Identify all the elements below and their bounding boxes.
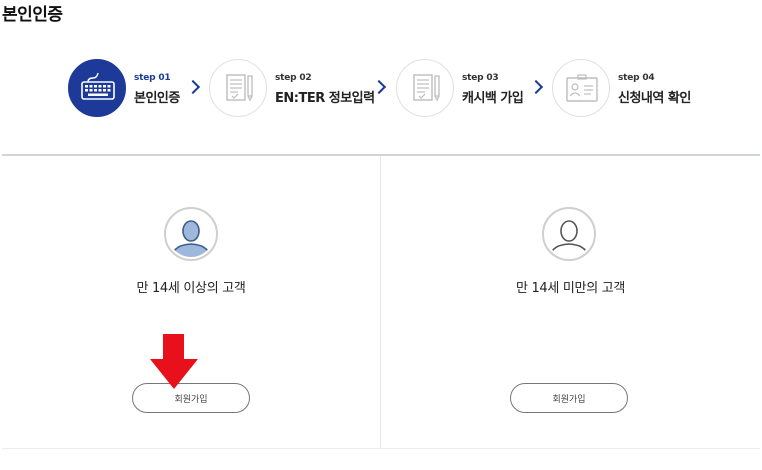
step-2-name: EN:TER 정보입력	[275, 91, 375, 106]
chevron-right-icon	[185, 79, 201, 95]
step-3-number: step 03	[462, 73, 499, 83]
chevron-right-icon	[528, 79, 544, 95]
step-2-form-pen-icon	[209, 59, 267, 117]
minor-signup-button[interactable]: 회원가입	[510, 383, 628, 413]
step-2-number: step 02	[275, 73, 312, 83]
step-4-number: step 04	[618, 73, 655, 83]
user-icon	[542, 207, 596, 261]
panel-bottom-border	[2, 448, 760, 449]
step-progress: step 01 본인인증 step 02 EN:TER 정보입력 step 03…	[0, 0, 762, 150]
minor-label: 만 14세 미만의 고객	[515, 281, 626, 296]
red-arrow-down-icon	[150, 334, 198, 389]
step-1-keyboard-icon	[68, 59, 126, 117]
user-icon	[164, 207, 218, 261]
step-1-name: 본인인증	[134, 91, 180, 106]
step-1-number: step 01	[134, 73, 171, 83]
adult-label: 만 14세 이상의 고객	[136, 281, 246, 296]
minor-member-panel: 만 14세 미만의 고객 회원가입	[381, 156, 760, 448]
step-4-id-card-icon	[552, 59, 610, 117]
step-4-name: 신청내역 확인	[618, 91, 691, 106]
step-3-name: 캐시백 가입	[462, 91, 524, 106]
adult-member-panel: 만 14세 이상의 고객 회원가입	[2, 156, 381, 448]
step-3-form-pen-icon	[396, 59, 454, 117]
